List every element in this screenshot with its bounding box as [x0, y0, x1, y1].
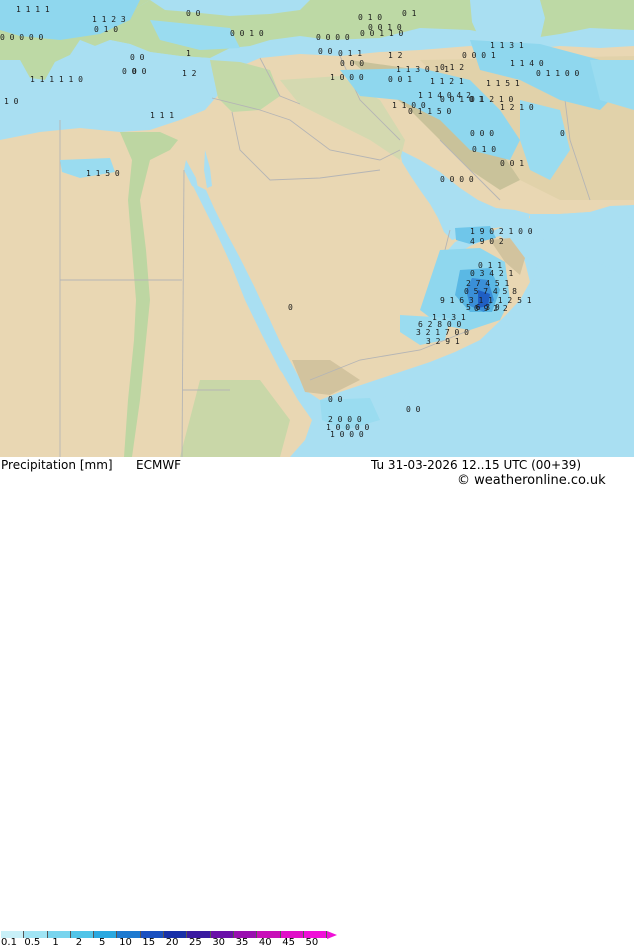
legend-label: 1 — [52, 937, 59, 948]
credit-label: © weatheronline.co.uk — [457, 473, 606, 488]
map-number-label: 1 1 1 1 1 0 — [30, 75, 83, 84]
legend-label: 10 — [119, 937, 132, 948]
legend-label: 0.1 — [1, 937, 17, 948]
map-number-label: 0 5 7 4 5 8 — [464, 287, 517, 296]
map-number-label: 0 — [560, 129, 565, 138]
map-number-label: 0 0 — [122, 67, 137, 76]
map-number-label: 1 1 2 1 — [430, 77, 464, 86]
map-number-label: 0 1 0 — [472, 145, 496, 154]
legend-label: 40 — [258, 937, 272, 948]
title-label: Precipitation [mm] — [1, 458, 113, 472]
map-number-label: 1 1 4 0 — [510, 59, 544, 68]
map-number-label: 0 0 1 — [500, 159, 524, 168]
map-number-label: 0 0 — [328, 395, 343, 404]
legend-label: 25 — [189, 937, 202, 948]
map-number-label: 0 3 4 2 1 — [470, 269, 514, 278]
map-number-label: 0 1 — [402, 9, 417, 18]
map-number-label: 0 1 2 — [440, 63, 464, 72]
legend-label: 50 — [305, 937, 319, 948]
map-number-label: 0 0 — [406, 405, 421, 414]
map-number-label: 3 2 9 1 — [426, 337, 460, 346]
map-number-label: 1 1 2 3 — [92, 15, 126, 24]
map-number-label: 1 1 5 0 — [86, 169, 120, 178]
map-number-label: 0 0 1 — [388, 75, 412, 84]
map-number-label: 0 0 0 1 — [462, 51, 496, 60]
map-number-label: 0 0 0 0 — [316, 33, 350, 42]
map-number-label: 1 — [186, 49, 191, 58]
map-number-label: 0 — [288, 303, 293, 312]
map-number-label: 0 1 0 — [94, 25, 118, 34]
legend-label: 35 — [235, 937, 249, 948]
map-number-label: 0 0 0 — [470, 129, 494, 138]
map-number-label: 1 2 — [388, 51, 403, 60]
map-number-label: 0 0 0 0 — [440, 175, 474, 184]
legend-labels: 0.1 0.5 1 2 5 10 15 20 25 30 35 40 45 50 — [0, 937, 634, 949]
map-number-label: 0 1 0 — [358, 13, 382, 22]
map-number-label: 0 1 1 — [338, 49, 362, 58]
footer: Precipitation [mm] ECMWF Tu 31-03-2026 1… — [0, 457, 634, 948]
map-number-label: 1 1 1 1 — [16, 5, 50, 14]
legend-label: 15 — [142, 937, 156, 948]
map-number-label: 1 1 1 — [150, 111, 174, 120]
valid-time-label: Tu 31-03-2026 12..15 UTC (00+39) — [371, 458, 582, 472]
legend-label: 30 — [212, 937, 226, 948]
map-number-label: 0 0 — [130, 53, 145, 62]
legend-label: 45 — [282, 937, 295, 948]
map-number-label: 1 9 0 2 1 0 0 — [470, 227, 533, 236]
map-number-label: 0 0 — [186, 9, 201, 18]
model-label: ECMWF — [136, 458, 182, 472]
map-number-label: 1 0 0 0 — [330, 430, 364, 439]
precipitation-map: 1 1 1 1 1 1 2 3 0 0 0 0 0 0 1 0 1 1 1 1 1 0 1… — [0, 0, 634, 457]
legend-label: 2 — [75, 937, 83, 948]
map-number-label: 1 2 1 0 — [500, 103, 534, 112]
map-canvas: 1 1 1 1 1 1 2 3 0 0 0 0 0 0 1 0 1 1 1 1 1 0 1… — [0, 0, 634, 457]
map-number-label: 4 9 0 2 — [470, 237, 504, 246]
map-number-label: 0 0 0 0 0 — [0, 33, 44, 42]
map-number-label: 0 0 1 0 — [230, 29, 264, 38]
legend-label: 0.5 — [24, 937, 41, 948]
map-number-label: 1 0 — [4, 97, 19, 106]
map-number-label: 1 2 — [182, 69, 197, 78]
map-number-label: 0 0 — [318, 47, 333, 56]
map-number-label: 0 0 1 1 0 — [360, 29, 404, 38]
map-number-label: 0 1 1 0 0 — [536, 69, 580, 78]
map-number-label: 0 0 0 — [340, 59, 364, 68]
map-number-label: 1 1 3 1 — [490, 41, 524, 50]
legend-label: 20 — [165, 937, 179, 948]
map-number-label: 5 6 3 0 — [466, 303, 500, 312]
map-number-label: 3 2 1 7 0 0 — [416, 328, 469, 337]
map-number-label: 0 1 1 5 0 — [408, 107, 452, 116]
map-number-label: 1 0 0 0 — [330, 73, 364, 82]
map-number-label: 1 1 5 1 — [486, 79, 520, 88]
legend-label: 5 — [99, 937, 106, 948]
